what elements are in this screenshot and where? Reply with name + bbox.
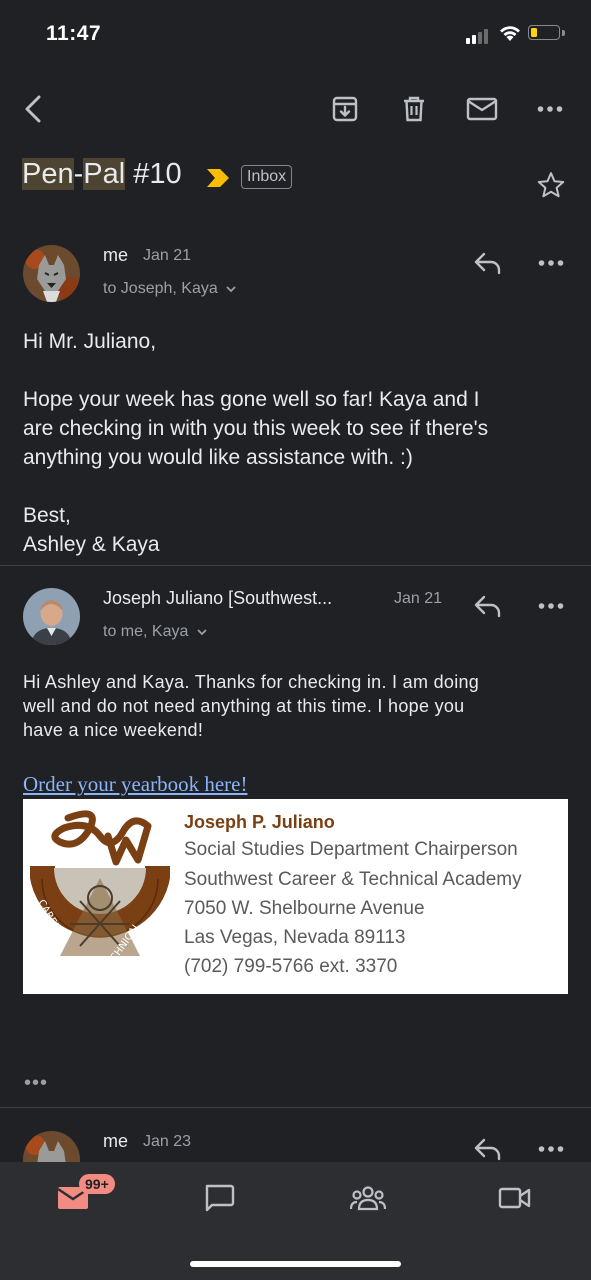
body-line: anything you would like assistance with.… [23,446,413,469]
message-date: Jan 21 [143,247,192,264]
message-more-icon[interactable] [538,602,564,610]
subject-part: - [73,158,84,190]
nav-chat-icon[interactable] [197,1178,241,1218]
body-line: Hi Mr. Juliano, [23,330,157,353]
body-line: Best, [23,504,71,527]
archive-icon[interactable] [328,92,362,126]
message-more-icon[interactable] [538,1145,564,1153]
message-body: Hi Ashley and Kaya. Thanks for checking … [23,670,479,742]
battery-icon [528,25,560,40]
recipients-toggle[interactable]: to Joseph, Kaya [103,280,237,298]
inbox-label-chip[interactable]: Inbox [241,165,293,189]
subject-highlight: Pen [22,158,74,190]
body-line: have a nice weekend! [23,720,204,740]
mark-unread-mail-icon[interactable] [465,92,499,126]
trash-icon[interactable] [397,92,431,126]
avatar[interactable] [23,245,80,302]
chevron-down-icon [226,286,236,293]
signature-name: Joseph P. Juliano [184,812,335,832]
reply-icon[interactable] [473,251,503,275]
school-logo: CAREER AND TECHNICAL [30,806,170,988]
body-line: Hope your week has gone well so far! Kay… [23,388,480,411]
message-sender: me [103,1131,129,1151]
mail-unread-badge: 99+ [79,1174,115,1194]
signature-phone: (702) 799-5766 ext. 3370 [184,956,398,977]
signature-school: Southwest Career & Technical Academy [184,869,522,890]
home-indicator[interactable] [190,1261,401,1267]
subject-part: #10 [125,158,182,190]
back-arrow-icon[interactable] [16,92,50,126]
message-divider [0,565,591,566]
message-date: Jan 23 [143,1133,192,1150]
more-options-icon[interactable] [533,92,567,126]
recipients-toggle[interactable]: to me, Kaya [103,623,208,641]
message-more-icon[interactable] [538,259,564,267]
cellular-signal-icon [466,28,492,44]
subject-highlight: Pal [83,158,126,190]
status-time: 11:47 [46,22,102,45]
signature-address: 7050 W. Shelbourne Avenue [184,898,425,919]
wifi-icon [498,24,522,42]
avatar[interactable] [23,588,80,645]
body-line: Ashley & Kaya [23,533,160,556]
body-line: are checking in with you this week to se… [23,417,489,440]
yearbook-link[interactable]: Order your yearbook here! [23,772,247,797]
thread-subject: Pen-Pal #10 [22,158,182,191]
message-body: Hi Mr. Juliano, Hope your week has gone … [23,327,488,559]
reply-icon[interactable] [473,594,503,618]
message-divider [0,1107,591,1108]
reply-icon[interactable] [473,1137,503,1161]
recipients-text: to me, Kaya [103,623,189,640]
importance-marker-icon[interactable] [205,167,231,189]
body-line: well and do not need anything at this ti… [23,696,465,716]
chevron-down-icon [197,629,207,636]
signature-title: Social Studies Department Chairperson [184,839,518,860]
body-line: Hi Ashley and Kaya. Thanks for checking … [23,672,480,692]
signature-city: Las Vegas, Nevada 89113 [184,927,406,948]
recipients-text: to Joseph, Kaya [103,280,218,297]
star-icon[interactable] [536,170,566,200]
message-sender: me [103,245,129,265]
message-date: Jan 21 [394,590,443,607]
nav-spaces-icon[interactable] [346,1178,390,1218]
nav-meet-icon[interactable] [493,1178,537,1218]
show-trimmed-content-button[interactable]: ••• [24,1072,48,1095]
message-sender: Joseph Juliano [Southwest... [103,588,333,608]
svg-text:AND: AND [76,968,98,979]
battery-nub [562,30,565,36]
